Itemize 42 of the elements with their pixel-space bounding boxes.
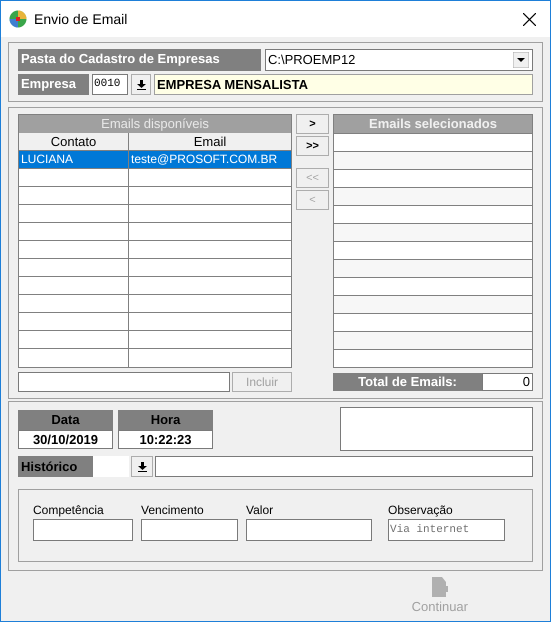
app-logo-icon xyxy=(9,10,27,28)
field-label: Vencimento xyxy=(141,503,205,517)
date-field: 30/10/2019 xyxy=(18,430,113,449)
move-button[interactable]: > xyxy=(296,114,329,134)
document-icon xyxy=(432,577,448,597)
download-arrow-icon xyxy=(136,80,146,90)
text-field[interactable] xyxy=(246,519,372,541)
column-header[interactable]: Email xyxy=(129,133,291,150)
email-input-field[interactable] xyxy=(18,372,230,392)
download-button[interactable] xyxy=(131,456,153,477)
field-label: Valor xyxy=(246,503,274,517)
list-header: Emails selecionados xyxy=(334,115,532,133)
table-cell: LUCIANA xyxy=(19,151,129,168)
field-label: Observação xyxy=(388,503,454,517)
text-field[interactable]: Via internet xyxy=(388,519,505,541)
field-label: Pasta do Cadastro de Empresas xyxy=(18,49,261,71)
company-code-field[interactable]: 0010 xyxy=(92,74,128,95)
history-code-field[interactable] xyxy=(93,456,129,477)
field-label: Hora xyxy=(118,410,213,430)
field-label: Data xyxy=(18,410,113,430)
total-field: 0 xyxy=(482,373,533,391)
list-header: Emails disponíveis xyxy=(19,115,291,133)
memo-field[interactable] xyxy=(340,407,533,451)
field-label: Histórico xyxy=(18,456,93,477)
download-button[interactable] xyxy=(131,74,151,95)
text-field[interactable] xyxy=(141,519,238,541)
dropdown-arrow-icon xyxy=(513,52,529,68)
close-icon[interactable] xyxy=(523,12,536,26)
download-arrow-icon xyxy=(138,462,146,472)
company-name-field: EMPRESA MENSALISTA xyxy=(154,74,533,95)
column-header[interactable]: Contato xyxy=(19,133,129,150)
field-label: Empresa xyxy=(18,74,89,95)
text-field[interactable] xyxy=(33,519,133,541)
move-button[interactable]: >> xyxy=(296,136,329,156)
table-cell-text: teste@PROSOFT.COM.BR xyxy=(130,151,278,168)
field-label: Total de Emails: xyxy=(333,373,482,391)
field-label: Competência xyxy=(33,503,105,517)
history-field[interactable] xyxy=(155,456,533,477)
folder-dropdown[interactable]: C:\PROEMP12 xyxy=(265,49,533,71)
email-row[interactable]: LUCIANA teste@PROSOFT.COM.BR xyxy=(19,151,291,169)
window-title: Envio de Email xyxy=(34,10,128,28)
time-field: 10:22:23 xyxy=(118,430,213,449)
